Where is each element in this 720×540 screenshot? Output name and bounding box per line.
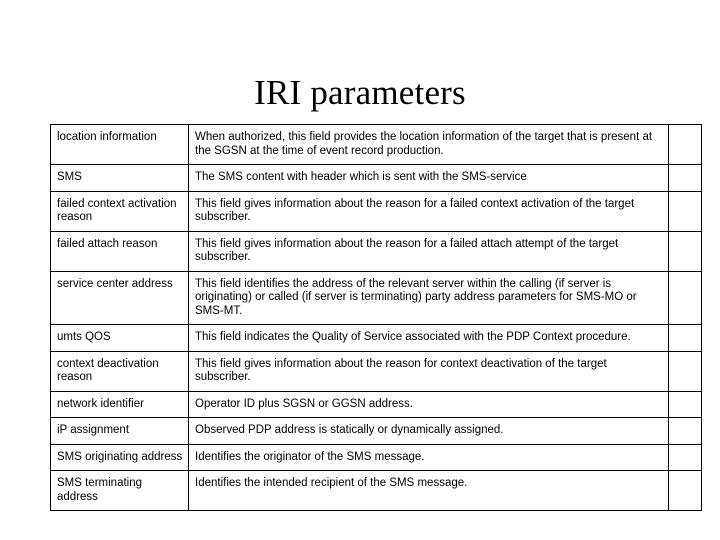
description-cell: This field gives information about the r…	[188, 350, 669, 392]
description-cell: Operator ID plus SGSN or GGSN address.	[188, 390, 669, 418]
spacer-cell	[668, 390, 702, 418]
description-cell: This field gives information about the r…	[188, 190, 669, 232]
parameter-cell: failed context activation reason	[50, 190, 189, 232]
parameter-cell: umts QOS	[50, 324, 189, 352]
slide: IRI parameters location information When…	[0, 0, 720, 540]
parameter-cell: service center address	[50, 270, 189, 325]
table-row: iP assignment Observed PDP address is st…	[50, 417, 702, 445]
description-cell: Observed PDP address is statically or dy…	[188, 417, 669, 445]
table-row: service center address This field identi…	[50, 270, 702, 325]
iri-parameters-table-container: location information When authorized, th…	[50, 124, 702, 511]
description-cell: This field gives information about the r…	[188, 230, 669, 272]
table-row: umts QOS This field indicates the Qualit…	[50, 324, 702, 352]
spacer-cell	[668, 324, 702, 352]
description-cell: Identifies the intended recipient of the…	[188, 470, 669, 511]
description-cell: This field identifies the address of the…	[188, 270, 669, 325]
table-row: SMS originating address Identifies the o…	[50, 443, 702, 471]
parameter-cell: SMS originating address	[50, 443, 189, 471]
parameter-cell: iP assignment	[50, 417, 189, 445]
parameter-cell: context deactivation reason	[50, 350, 189, 392]
iri-parameters-table: location information When authorized, th…	[50, 124, 702, 511]
table-row: context deactivation reason This field g…	[50, 350, 702, 392]
table-row: location information When authorized, th…	[50, 124, 702, 165]
parameter-cell: SMS terminating address	[50, 470, 189, 511]
description-cell: Identifies the originator of the SMS mes…	[188, 443, 669, 471]
parameter-cell: network identifier	[50, 390, 189, 418]
page-title: IRI parameters	[254, 73, 466, 112]
description-cell: When authorized, this field provides the…	[188, 124, 669, 165]
table-row: network identifier Operator ID plus SGSN…	[50, 390, 702, 418]
spacer-cell	[668, 190, 702, 232]
table-row: failed context activation reason This fi…	[50, 190, 702, 232]
parameter-cell: location information	[50, 124, 189, 165]
spacer-cell	[668, 230, 702, 272]
table-row: SMS The SMS content with header which is…	[50, 164, 702, 192]
spacer-cell	[668, 124, 702, 165]
table-row: failed attach reason This field gives in…	[50, 230, 702, 272]
spacer-cell	[668, 470, 702, 511]
description-cell: The SMS content with header which is sen…	[188, 164, 669, 192]
parameter-cell: SMS	[50, 164, 189, 192]
table-body: location information When authorized, th…	[50, 124, 702, 511]
table-row: SMS terminating address Identifies the i…	[50, 470, 702, 511]
spacer-cell	[668, 350, 702, 392]
spacer-cell	[668, 417, 702, 445]
spacer-cell	[668, 443, 702, 471]
parameter-cell: failed attach reason	[50, 230, 189, 272]
description-cell: This field indicates the Quality of Serv…	[188, 324, 669, 352]
spacer-cell	[668, 270, 702, 325]
spacer-cell	[668, 164, 702, 192]
